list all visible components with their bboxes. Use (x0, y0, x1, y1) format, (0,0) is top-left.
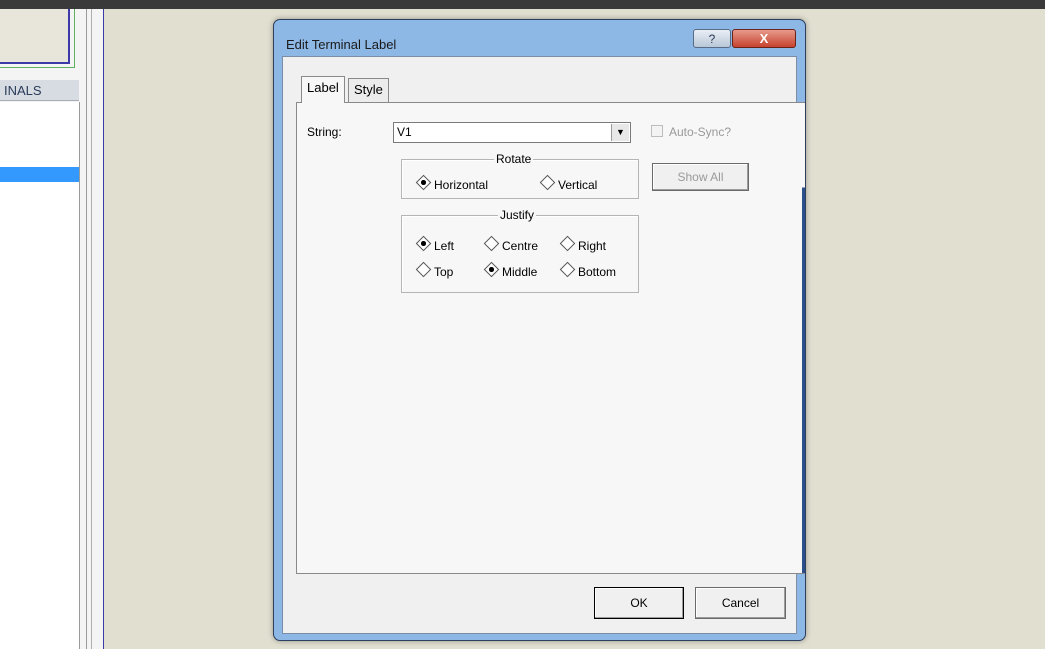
radio-icon (559, 235, 576, 252)
radio-label: Horizontal (434, 178, 489, 192)
radio-label: Middle (502, 265, 538, 279)
auto-sync-label: Auto-Sync? (669, 125, 732, 139)
radio-middle[interactable]: Middle (483, 261, 538, 279)
radio-horizontal[interactable]: Horizontal (415, 174, 489, 192)
dialog-titlebar[interactable]: Edit Terminal Label ? X (274, 20, 805, 58)
terminal-list[interactable] (0, 102, 80, 649)
dropdown-arrow-icon[interactable]: ▼ (611, 124, 629, 141)
radio-selected-icon (483, 261, 500, 278)
checkbox-icon (651, 125, 663, 137)
radio-label: Top (434, 265, 454, 279)
radio-label: Right (578, 239, 607, 253)
list-header[interactable]: INALS (0, 80, 79, 101)
tab-label[interactable]: Label (301, 76, 345, 103)
radio-selected-icon (415, 235, 432, 252)
tab-style[interactable]: Style (348, 78, 389, 102)
window-top-border (0, 0, 1045, 9)
list-item-selected[interactable] (0, 167, 79, 182)
auto-sync-checkbox[interactable]: Auto-Sync? (651, 125, 731, 139)
justify-group-title: Justify (498, 208, 537, 222)
panel-divider (91, 9, 92, 649)
ok-button[interactable]: OK (594, 587, 684, 619)
dialog-title: Edit Terminal Label (286, 37, 397, 52)
radio-vertical[interactable]: Vertical (539, 174, 598, 192)
dialog-client-area: Label Style String: V1 ▼ Auto-Sync? Show… (282, 56, 805, 634)
help-button[interactable]: ? (693, 29, 731, 48)
radio-right[interactable]: Right (559, 235, 607, 253)
string-value: V1 (397, 125, 412, 139)
radio-centre[interactable]: Centre (483, 235, 539, 253)
left-panel: INALS (0, 9, 104, 649)
radio-icon (539, 174, 556, 191)
radio-bottom[interactable]: Bottom (559, 261, 617, 279)
radio-icon (483, 235, 500, 252)
radio-top[interactable]: Top (415, 261, 454, 279)
radio-label: Bottom (578, 265, 617, 279)
radio-left[interactable]: Left (415, 235, 455, 253)
show-all-button[interactable]: Show All (652, 163, 749, 191)
preview-box (0, 9, 70, 64)
justify-group: Justify Left Centre Right Top Middle Bot… (401, 208, 639, 293)
radio-icon (559, 261, 576, 278)
edit-terminal-label-dialog: Edit Terminal Label ? X Label Style Stri… (273, 19, 806, 641)
canvas-border (103, 9, 104, 649)
radio-label: Centre (502, 239, 539, 253)
radio-selected-icon (415, 174, 432, 191)
rotate-group-title: Rotate (494, 152, 534, 166)
close-button[interactable]: X (732, 29, 796, 48)
label-tab-panel: String: V1 ▼ Auto-Sync? Show All Rotate … (296, 102, 805, 574)
string-label: String: (307, 125, 342, 139)
cancel-button[interactable]: Cancel (695, 587, 786, 619)
radio-label: Vertical (558, 178, 598, 192)
rotate-group: Rotate Horizontal Vertical (401, 152, 639, 199)
string-combobox[interactable]: V1 ▼ (393, 122, 631, 143)
radio-label: Left (434, 239, 455, 253)
panel-divider (86, 9, 87, 649)
radio-icon (415, 261, 432, 278)
